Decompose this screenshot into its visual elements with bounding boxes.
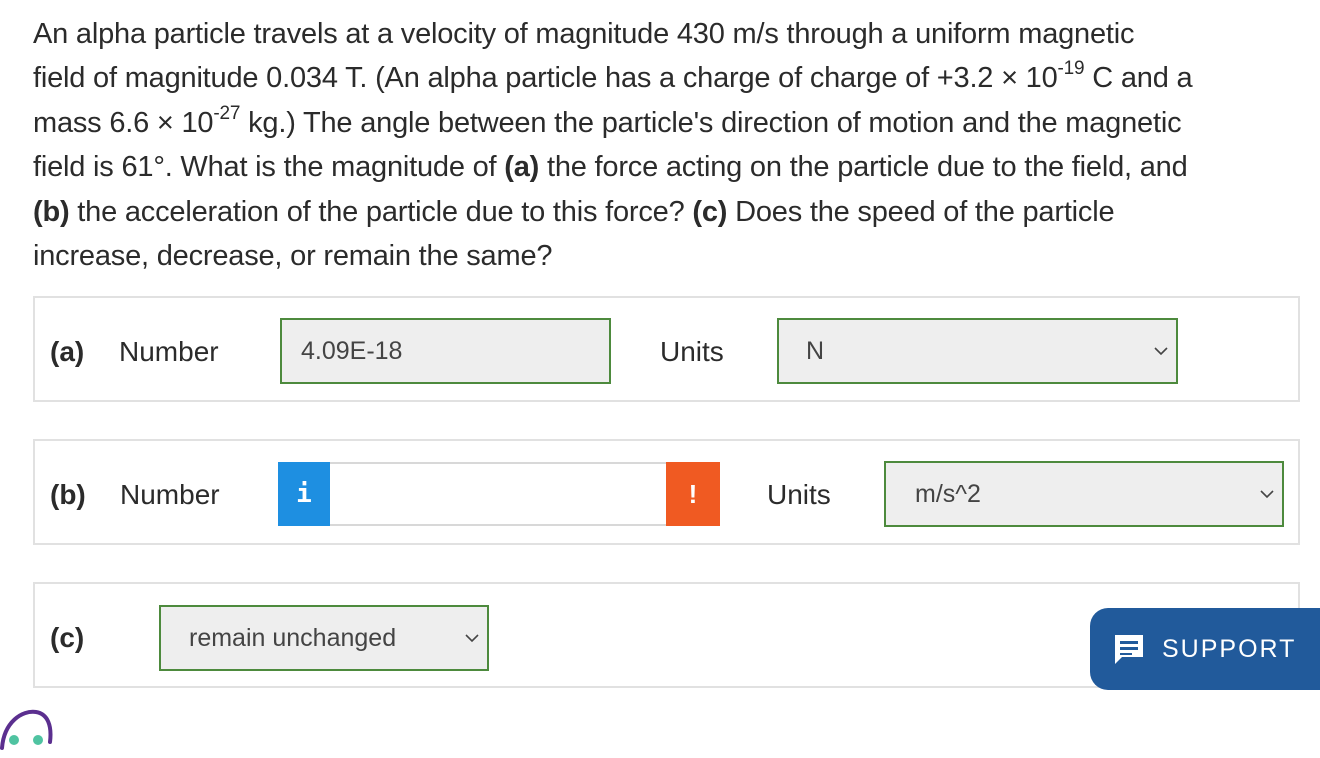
part-b-answer-input[interactable] [330,462,666,526]
warning-icon-glyph: ! [688,478,698,509]
chevron-down-icon [1260,490,1274,499]
chevron-down-icon [1154,347,1168,356]
part-c-select-value: remain unchanged [189,623,397,652]
chat-icon [1115,635,1143,664]
question-line-3-end: kg.) The angle between the particle's di… [240,106,1182,139]
question-text: An alpha particle travels at a velocity … [33,12,1303,278]
support-label: SUPPORT [1162,634,1297,663]
question-line-6-text: increase, decrease, or remain the same? [33,240,553,273]
avatar-icon[interactable] [0,708,56,758]
question-line-2: field of magnitude 0.034 T. (An alpha pa… [33,56,1303,100]
question-line-2-text: field of magnitude 0.034 T. (An alpha pa… [33,62,1058,95]
part-a-number-label: Number [119,336,219,367]
question-line-3-text: mass 6.6 × 10 [33,106,214,139]
question-line-4-end: the force acting on the particle due to … [539,151,1188,184]
question-line-4: field is 61°. What is the magnitude of (… [33,145,1303,189]
part-b-units-value: m/s^2 [915,479,981,508]
info-icon[interactable]: i [278,462,330,526]
chevron-down-icon [465,634,479,643]
part-a-answer-value: 4.09E-18 [301,336,403,365]
part-c-select[interactable]: remain unchanged [159,605,489,671]
info-icon-glyph: i [296,479,312,509]
part-b-units-label: Units [767,479,831,510]
question-line-3: mass 6.6 × 10-27 kg.) The angle between … [33,101,1303,145]
part-b-panel: (b) Number i ! Units m/s^2 [33,439,1300,545]
question-line-2-end: C and a [1084,62,1193,95]
mass-exponent: -27 [213,102,241,124]
question-part-c-marker: (c) [692,195,728,228]
support-button[interactable]: SUPPORT [1090,608,1320,690]
question-line-5-end: Does the speed of the particle [727,195,1115,228]
question-line-6: increase, decrease, or remain the same? [33,234,1303,278]
part-a-label: (a) [50,336,85,367]
question-line-5: (b) the acceleration of the particle due… [33,190,1303,234]
question-line-1: An alpha particle travels at a velocity … [33,12,1303,56]
question-line-1-text: An alpha particle travels at a velocity … [33,18,1135,50]
part-c-label: (c) [50,622,85,653]
question-part-a-marker: (a) [504,151,540,184]
part-a-units-label: Units [660,336,724,367]
part-a-units-value: N [806,336,825,365]
part-a-answer-input[interactable]: 4.09E-18 [280,318,611,384]
part-a-panel: (a) Number 4.09E-18 Units N [33,296,1300,402]
part-b-units-select[interactable]: m/s^2 [884,461,1284,527]
question-part-b-marker: (b) [33,195,70,228]
part-a-units-select[interactable]: N [777,318,1178,384]
question-line-4-text: field is 61°. What is the magnitude of [33,151,505,184]
part-b-label: (b) [50,479,86,510]
part-b-number-label: Number [120,479,220,510]
warning-icon[interactable]: ! [666,462,720,526]
question-line-5-text: the acceleration of the particle due to … [69,195,693,228]
charge-exponent: -19 [1057,58,1085,80]
